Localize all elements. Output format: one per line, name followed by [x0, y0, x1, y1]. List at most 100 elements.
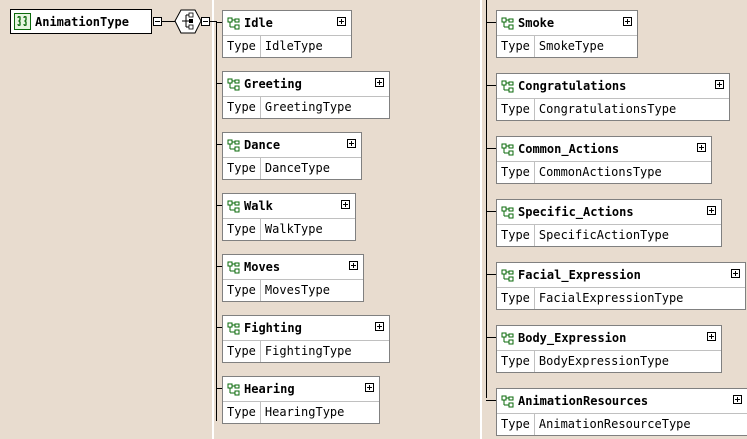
expand-icon[interactable]	[341, 200, 350, 209]
type-value: AnimationResourceType	[538, 417, 691, 431]
element-node-specific-actions[interactable]: Specific_Actions Type SpecificActionType	[496, 199, 722, 247]
expand-icon[interactable]	[375, 322, 384, 331]
element-header[interactable]: Common_Actions	[497, 137, 711, 161]
type-value: FightingType	[264, 344, 352, 358]
element-name: Common_Actions	[518, 142, 620, 156]
element-icon	[501, 331, 515, 345]
column-divider-right	[480, 0, 482, 439]
element-header[interactable]: Body_Expression	[497, 326, 721, 350]
element-node-hearing[interactable]: Hearing Type HearingType	[222, 376, 380, 424]
type-value: SmokeType	[538, 39, 604, 53]
element-icon	[227, 260, 241, 274]
element-name: Fighting	[244, 321, 302, 335]
element-node-dance[interactable]: Dance Type DanceType	[222, 132, 362, 180]
expand-icon[interactable]	[731, 269, 740, 278]
type-row: Type GreetingType	[223, 96, 389, 118]
element-icon	[501, 79, 515, 93]
element-node-congratulations[interactable]: Congratulations Type CongratulationsType	[496, 73, 730, 121]
element-icon	[501, 205, 515, 219]
element-icon	[227, 77, 241, 91]
element-node-smoke[interactable]: Smoke Type SmokeType	[496, 10, 638, 58]
element-header[interactable]: Greeting	[223, 72, 389, 96]
element-name: AnimationResources	[518, 394, 649, 408]
element-header[interactable]: Hearing	[223, 377, 379, 401]
element-icon	[227, 199, 241, 213]
element-node-common-actions[interactable]: Common_Actions Type CommonActionsType	[496, 136, 712, 184]
compositor-collapse-icon[interactable]	[201, 17, 210, 26]
expand-icon[interactable]	[375, 78, 384, 87]
element-icon	[227, 138, 241, 152]
element-icon	[227, 321, 241, 335]
element-header[interactable]: AnimationResources	[497, 389, 747, 413]
type-row: Type WalkType	[223, 218, 355, 240]
element-name: Greeting	[244, 77, 302, 91]
element-header[interactable]: Smoke	[497, 11, 637, 35]
connector	[486, 400, 496, 401]
type-value: DanceType	[264, 161, 330, 175]
type-value: BodyExpressionType	[538, 354, 669, 368]
type-value: MovesType	[264, 283, 330, 297]
connector	[486, 148, 496, 149]
expand-icon[interactable]	[715, 80, 724, 89]
element-header[interactable]: Dance	[223, 133, 361, 157]
element-node-facial-expression[interactable]: Facial_Expression Type FacialExpressionTyp…	[496, 262, 746, 310]
element-node-fighting[interactable]: Fighting Type FightingType	[222, 315, 390, 363]
type-key: Type	[497, 225, 535, 246]
element-node-moves[interactable]: Moves Type MovesType	[222, 254, 364, 302]
left-trunk-line	[216, 21, 217, 421]
connector	[486, 22, 496, 23]
element-node-animationresources[interactable]: AnimationResources Type AnimationResourceT…	[496, 388, 747, 436]
choice-compositor-node[interactable]	[174, 9, 202, 34]
expand-icon[interactable]	[349, 261, 358, 270]
expand-icon[interactable]	[347, 139, 356, 148]
element-header[interactable]: Congratulations	[497, 74, 729, 98]
element-name: Congratulations	[518, 79, 627, 93]
element-header[interactable]: Fighting	[223, 316, 389, 340]
complex-type-icon	[14, 13, 31, 30]
type-row: Type MovesType	[223, 279, 363, 301]
root-collapse-icon[interactable]	[153, 17, 162, 26]
element-icon	[501, 394, 515, 408]
element-node-greeting[interactable]: Greeting Type GreetingType	[222, 71, 390, 119]
expand-icon[interactable]	[707, 206, 716, 215]
element-header[interactable]: Facial_Expression	[497, 263, 745, 287]
element-icon	[501, 142, 515, 156]
element-header[interactable]: Specific_Actions	[497, 200, 721, 224]
connector	[486, 274, 496, 275]
right-trunk-line	[486, 0, 487, 398]
type-row: Type AnimationResourceType	[497, 413, 747, 435]
expand-icon[interactable]	[697, 143, 706, 152]
type-key: Type	[223, 219, 261, 240]
expand-icon[interactable]	[733, 395, 742, 404]
expand-icon[interactable]	[337, 17, 346, 26]
expand-icon[interactable]	[707, 332, 716, 341]
element-name: Facial_Expression	[518, 268, 641, 282]
type-key: Type	[223, 158, 261, 179]
element-name: Walk	[244, 199, 273, 213]
element-name: Hearing	[244, 382, 295, 396]
element-header[interactable]: Idle	[223, 11, 351, 35]
element-node-walk[interactable]: Walk Type WalkType	[222, 193, 356, 241]
root-element-node[interactable]: AnimationType	[10, 9, 152, 34]
expand-icon[interactable]	[365, 383, 374, 392]
type-value: GreetingType	[264, 100, 352, 114]
type-row: Type CommonActionsType	[497, 161, 711, 183]
expand-icon[interactable]	[623, 17, 632, 26]
element-header[interactable]: Walk	[223, 194, 355, 218]
type-value: CommonActionsType	[538, 165, 662, 179]
element-node-body-expression[interactable]: Body_Expression Type BodyExpressionType	[496, 325, 722, 373]
element-name: Moves	[244, 260, 281, 274]
element-name: Dance	[244, 138, 281, 152]
column-divider-left	[212, 0, 214, 439]
element-header[interactable]: Moves	[223, 255, 363, 279]
type-key: Type	[497, 162, 535, 183]
element-node-idle[interactable]: Idle Type IdleType	[222, 10, 352, 58]
connector	[486, 85, 496, 86]
type-key: Type	[497, 414, 535, 435]
connector	[486, 211, 496, 212]
type-key: Type	[497, 99, 535, 120]
type-key: Type	[497, 36, 535, 57]
type-value: IdleType	[264, 39, 323, 53]
type-key: Type	[497, 288, 535, 309]
element-icon	[227, 16, 241, 30]
